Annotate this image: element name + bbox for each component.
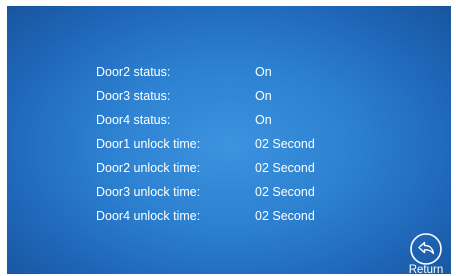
setting-row-door1-unlock-time[interactable]: Door1 unlock time: 02 Second	[96, 134, 396, 158]
setting-label: Door1 unlock time:	[96, 137, 201, 151]
setting-label: Door4 unlock time:	[96, 209, 201, 223]
setting-row-door3-status[interactable]: Door3 status: On	[96, 86, 396, 110]
setting-row-door4-unlock-time[interactable]: Door4 unlock time: 02 Second	[96, 206, 396, 230]
setting-label: Door2 status:	[96, 65, 171, 79]
setting-row-door2-status[interactable]: Door2 status: On	[96, 62, 396, 86]
setting-value[interactable]: On	[255, 89, 272, 103]
setting-value[interactable]: 02 Second	[255, 185, 315, 199]
setting-value[interactable]: On	[255, 113, 272, 127]
setting-row-door3-unlock-time[interactable]: Door3 unlock time: 02 Second	[96, 182, 396, 206]
setting-value[interactable]: 02 Second	[255, 137, 315, 151]
setting-value[interactable]: On	[255, 65, 272, 79]
return-button[interactable]: Return	[405, 232, 447, 274]
setting-label: Door2 unlock time:	[96, 161, 201, 175]
setting-value[interactable]: 02 Second	[255, 161, 315, 175]
setting-label: Door3 status:	[96, 89, 171, 103]
setting-label: Door3 unlock time:	[96, 185, 201, 199]
return-label: Return	[408, 264, 444, 274]
setting-row-door2-unlock-time[interactable]: Door2 unlock time: 02 Second	[96, 158, 396, 182]
setting-value[interactable]: 02 Second	[255, 209, 315, 223]
door-settings-screen: Door2 status: On Door3 status: On Door4 …	[7, 6, 451, 274]
settings-list: Door2 status: On Door3 status: On Door4 …	[96, 62, 396, 230]
return-arrow-icon	[410, 233, 442, 265]
setting-row-door4-status[interactable]: Door4 status: On	[96, 110, 396, 134]
setting-label: Door4 status:	[96, 113, 171, 127]
